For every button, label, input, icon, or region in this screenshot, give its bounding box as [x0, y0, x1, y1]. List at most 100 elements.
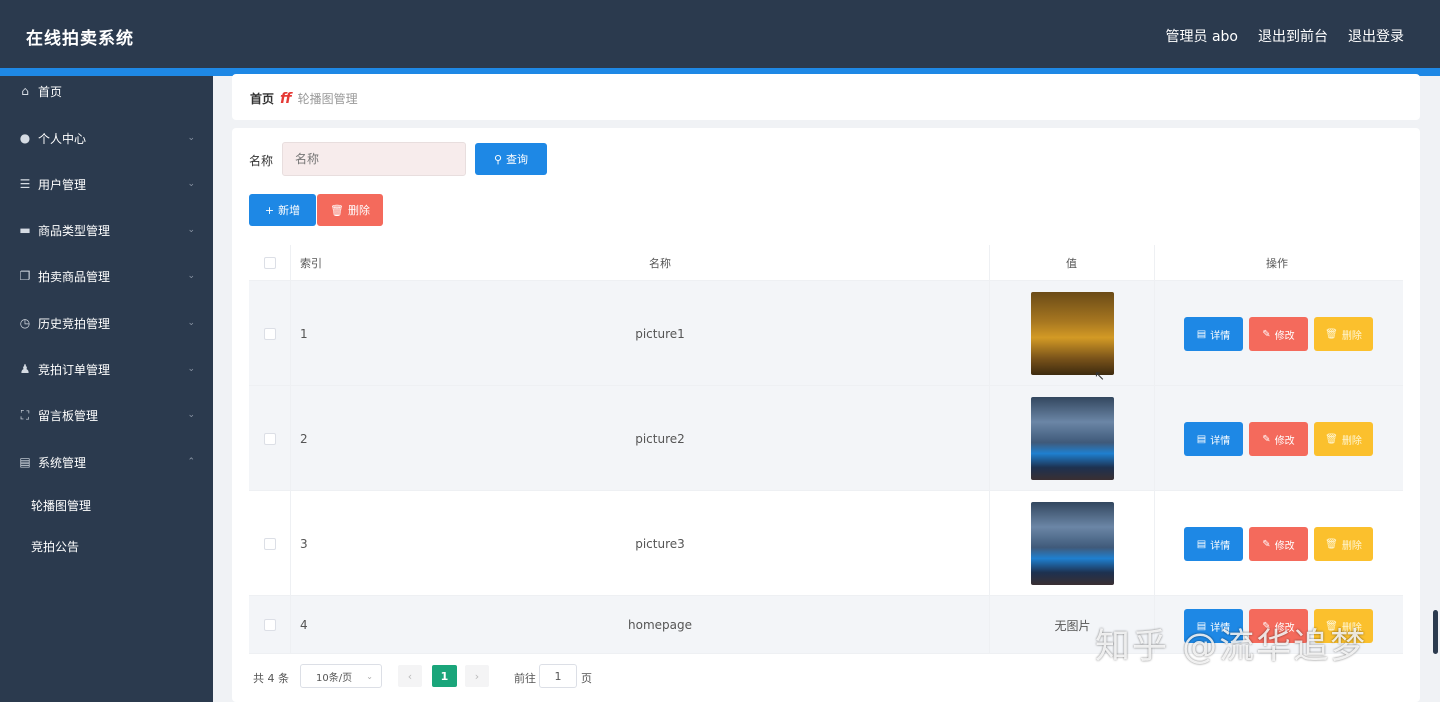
add-button[interactable]: + 新增	[249, 194, 316, 226]
delete-label: 删除	[1341, 540, 1362, 552]
page-number-current[interactable]: 1	[432, 665, 457, 687]
trash-icon: 🗑	[1325, 538, 1338, 550]
plus-icon: +	[264, 203, 275, 217]
trash-icon: 🗑	[1325, 433, 1338, 445]
chevron-down-icon: ⌄	[187, 364, 195, 374]
column-header-index: 索引	[300, 257, 322, 270]
breadcrumb-home[interactable]: 首页	[250, 90, 274, 107]
sidebar-subitem-carousel[interactable]: 轮播图管理	[0, 487, 213, 523]
sliders-icon: ☰	[19, 177, 31, 191]
delete-button[interactable]: 🗑 删除	[1314, 422, 1373, 456]
edit-button[interactable]: ✎ 修改	[1249, 422, 1308, 456]
table-header: 索引 名称 值 操作	[249, 245, 1403, 281]
row-checkbox[interactable]	[264, 491, 276, 596]
row-name: picture1	[635, 326, 685, 341]
detail-button[interactable]: ▤ 详情	[1184, 317, 1243, 351]
mouse-pointer-icon: ↖	[1094, 369, 1105, 384]
goto-page-input[interactable]: 1	[539, 664, 577, 688]
detail-label: 详情	[1210, 435, 1231, 447]
page-size-value: 10条/页	[316, 672, 353, 684]
table-row: 2 picture2 ▤ 详情 ✎ 修改 🗑 删除	[249, 386, 1403, 491]
clipboard-icon: ▤	[19, 455, 31, 469]
sidebar-item-home[interactable]: ⌂ 首页	[0, 71, 213, 111]
select-all-checkbox[interactable]	[264, 245, 276, 281]
query-button-label: 查询	[506, 153, 529, 166]
query-button[interactable]: ⚲ 查询	[475, 143, 547, 175]
sidebar-item-system-management[interactable]: ▤ 系统管理 ⌃	[0, 442, 213, 482]
chevron-down-icon: ⌄	[366, 671, 373, 681]
sidebar-item-label: 历史竞拍管理	[38, 316, 111, 331]
sidebar-item-bid-history[interactable]: ◷ 历史竞拍管理 ⌄	[0, 303, 213, 343]
edit-button[interactable]: ✎ 修改	[1249, 317, 1308, 351]
breadcrumb-current: 轮播图管理	[297, 92, 358, 106]
detail-button[interactable]: ▤ 详情	[1184, 527, 1243, 561]
row-name: picture2	[635, 431, 685, 446]
sidebar-item-label: 拍卖商品管理	[38, 269, 111, 284]
column-divider	[989, 245, 990, 654]
trash-icon: 🗑	[1325, 328, 1338, 340]
thumbnail-image	[1031, 292, 1114, 375]
goto-label: 前往	[514, 672, 536, 685]
delete-label: 删除	[1341, 435, 1362, 447]
breadcrumb: 首页 ff 轮播图管理	[250, 90, 358, 107]
row-checkbox[interactable]	[264, 596, 276, 654]
breadcrumb-separator-icon: ff	[280, 90, 292, 107]
next-page-button[interactable]: ›	[465, 665, 489, 687]
chevron-left-icon: ‹	[407, 669, 413, 683]
pencil-icon: ✎	[1262, 433, 1271, 445]
sidebar-item-message-board[interactable]: ⛶ 留言板管理 ⌄	[0, 395, 213, 435]
chevron-down-icon: ⌄	[187, 271, 195, 281]
sidebar-item-user-management[interactable]: ☰ 用户管理 ⌄	[0, 164, 213, 204]
row-index: 3	[300, 536, 308, 551]
app-title: 在线拍卖系统	[26, 29, 134, 49]
sidebar-item-auction-products[interactable]: ❐ 拍卖商品管理 ⌄	[0, 256, 213, 296]
search-icon: ⚲	[493, 152, 503, 166]
page-size-select[interactable]: 10条/页 ⌄	[300, 664, 382, 688]
top-header: 在线拍卖系统 管理员 abo 退出到前台 退出登录	[0, 0, 1440, 68]
document-icon: ▤	[1196, 328, 1207, 340]
watermark: 知乎 @流华追梦	[1095, 627, 1368, 667]
prev-page-button[interactable]: ‹	[398, 665, 422, 687]
delete-button[interactable]: 🗑 删除	[1314, 317, 1373, 351]
column-header-actions: 操作	[1266, 257, 1288, 270]
sidebar-item-bid-orders[interactable]: ♟ 竞拍订单管理 ⌄	[0, 349, 213, 389]
header-links: 管理员 abo 退出到前台 退出登录	[1166, 26, 1404, 46]
sidebar-item-label: 竞拍订单管理	[38, 362, 111, 377]
detail-label: 详情	[1210, 330, 1231, 342]
sidebar-subitem-announcement[interactable]: 竞拍公告	[0, 528, 213, 564]
breadcrumb-bar: 首页 ff 轮播图管理	[232, 74, 1420, 120]
row-checkbox[interactable]	[264, 281, 276, 386]
row-checkbox[interactable]	[264, 386, 276, 491]
sidebar-item-product-type[interactable]: ▬ 商品类型管理 ⌄	[0, 210, 213, 250]
delete-button[interactable]: 🗑 删除	[1314, 527, 1373, 561]
document-icon: ▤	[1196, 538, 1207, 550]
row-index: 4	[300, 618, 308, 632]
edit-button[interactable]: ✎ 修改	[1249, 527, 1308, 561]
logout-link[interactable]: 退出登录	[1348, 26, 1404, 46]
admin-user-label[interactable]: 管理员 abo	[1166, 26, 1238, 46]
exit-to-frontend-link[interactable]: 退出到前台	[1258, 26, 1328, 46]
row-thumbnail[interactable]	[1031, 386, 1114, 491]
vertical-scrollbar[interactable]	[1433, 610, 1438, 654]
bulk-delete-button[interactable]: 🗑 删除	[317, 194, 383, 226]
edit-label: 修改	[1274, 435, 1295, 447]
detail-button[interactable]: ▤ 详情	[1184, 422, 1243, 456]
thumbnail-image	[1031, 502, 1114, 585]
sidebar-item-label: 商品类型管理	[38, 223, 111, 238]
sidebar-item-personal-center[interactable]: ● 个人中心 ⌄	[0, 118, 213, 158]
chevron-right-icon: ›	[474, 669, 480, 683]
table-row: 3 picture3 ▤ 详情 ✎ 修改 🗑 删除	[249, 491, 1403, 596]
row-thumbnail[interactable]	[1031, 491, 1114, 596]
column-header-name: 名称	[649, 257, 671, 270]
person-icon: ♟	[19, 362, 31, 376]
goto-unit-label: 页	[581, 672, 592, 685]
chevron-up-icon: ⌃	[187, 457, 195, 467]
search-input[interactable]	[282, 142, 466, 176]
sidebar-item-label: 系统管理	[38, 455, 87, 470]
search-label: 名称	[249, 154, 274, 168]
row-index: 2	[300, 431, 308, 446]
chevron-down-icon: ⌄	[187, 133, 195, 143]
document-icon: ▤	[1196, 433, 1207, 445]
user-icon: ●	[19, 131, 31, 145]
detail-label: 详情	[1210, 540, 1231, 552]
